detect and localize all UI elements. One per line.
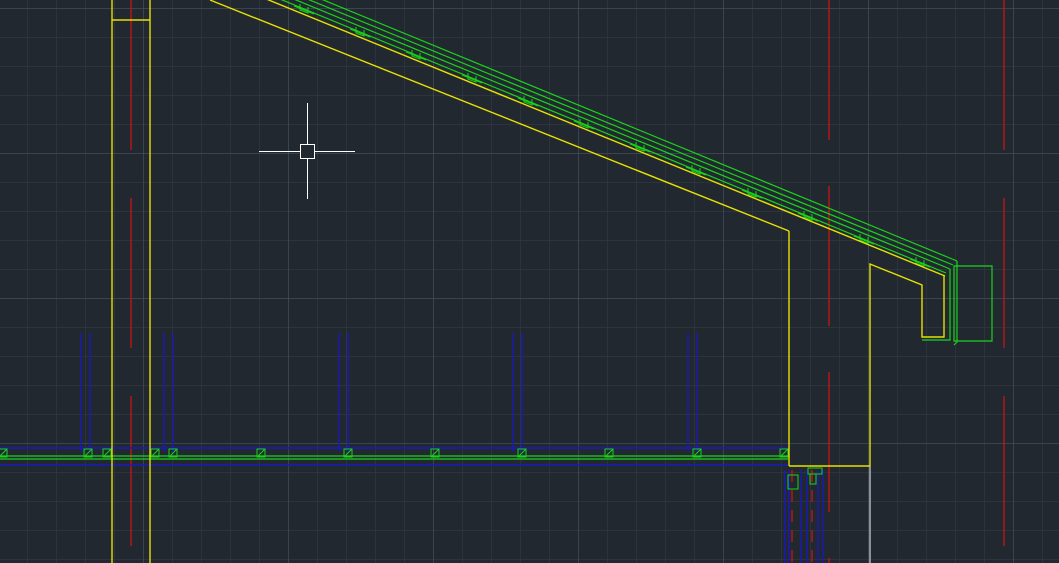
gutter — [954, 266, 992, 341]
post-brackets — [788, 468, 822, 489]
eave-fascia-inner — [922, 269, 950, 340]
roof-batten — [462, 75, 482, 83]
cad-drawing[interactable] — [0, 0, 1059, 563]
bracket — [810, 474, 816, 484]
roof-batten — [294, 6, 314, 14]
pickbox — [301, 145, 315, 159]
eave-return — [870, 264, 944, 466]
roof-batten — [406, 52, 426, 60]
roof-layers — [0, 0, 992, 459]
bracket — [808, 468, 822, 474]
rafter-underside — [210, 0, 789, 231]
roof-layer — [262, 0, 950, 269]
studs — [0, 333, 823, 563]
crosshair-cursor — [259, 103, 355, 199]
rafter-top — [254, 0, 945, 276]
roof-layer — [266, 0, 953, 265]
roof-batten — [350, 29, 370, 37]
drawing-canvas[interactable] — [0, 0, 1059, 563]
roof-batten — [518, 98, 538, 106]
centerlines — [131, 0, 1004, 563]
